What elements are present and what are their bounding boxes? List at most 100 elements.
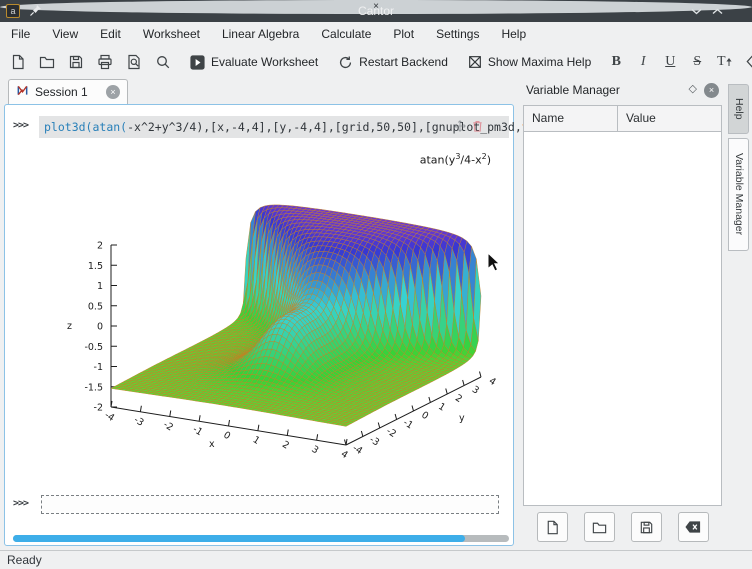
- session-icon: [16, 84, 29, 100]
- svg-text:0: 0: [419, 410, 430, 423]
- z-axis: -2-1.5-1-0.500.511.52z: [67, 241, 117, 414]
- find-icon[interactable]: [151, 50, 175, 74]
- svg-text:-2: -2: [161, 419, 175, 433]
- maximize-button[interactable]: [710, 4, 724, 18]
- text-color-button[interactable]: [740, 50, 752, 74]
- delete-entry-icon[interactable]: [471, 119, 484, 138]
- svg-text:3: 3: [470, 384, 481, 397]
- x-axis-label: x: [209, 439, 215, 450]
- save-icon[interactable]: [64, 50, 88, 74]
- restart-backend-button[interactable]: Restart Backend: [334, 50, 451, 74]
- variables-table: Name Value: [523, 105, 722, 506]
- menu-item-view[interactable]: View: [41, 22, 89, 46]
- svg-text:-2: -2: [94, 403, 103, 414]
- restart-icon: [337, 54, 354, 71]
- tab-close-icon[interactable]: ×: [106, 85, 120, 99]
- svg-text:2: 2: [97, 241, 103, 252]
- scrollbar-thumb[interactable]: [13, 535, 465, 542]
- clear-variables-button[interactable]: [678, 512, 709, 542]
- evaluate-icon: [189, 54, 206, 71]
- main-content: Session 1 × >>> plot3d(atan(-x^2+y^3/4),…: [0, 78, 752, 550]
- evaluate-worksheet-button[interactable]: Evaluate Worksheet: [186, 50, 321, 74]
- menu-item-calculate[interactable]: Calculate: [310, 22, 382, 46]
- code-token: plot3d(: [44, 120, 92, 134]
- plot-output: -2-1.5-1-0.500.511.52z-4-3-2-101234x-4-3…: [39, 143, 501, 479]
- menu-item-file[interactable]: File: [0, 22, 41, 46]
- menu-item-edit[interactable]: Edit: [89, 22, 132, 46]
- load-variables-button[interactable]: [584, 512, 615, 542]
- italic-button[interactable]: I: [632, 50, 654, 74]
- svg-text:4: 4: [487, 376, 498, 389]
- svg-text:1: 1: [436, 401, 447, 414]
- svg-text:-1: -1: [191, 424, 205, 438]
- side-tab-variable-manager[interactable]: Variable Manager: [728, 138, 749, 251]
- svg-text:-0.5: -0.5: [84, 342, 103, 353]
- svg-text:1.5: 1.5: [88, 261, 103, 272]
- maxima-icon: [467, 54, 483, 70]
- horizontal-scrollbar[interactable]: [13, 535, 509, 542]
- menu-item-worksheet[interactable]: Worksheet: [132, 22, 211, 46]
- next-command-prompt: >>>: [13, 498, 28, 509]
- panel-close-icon[interactable]: ×: [704, 83, 719, 98]
- strikethrough-button[interactable]: S: [686, 50, 708, 74]
- show-maxima-help-button[interactable]: Show Maxima Help: [464, 50, 594, 74]
- z-axis-label: z: [67, 321, 72, 332]
- svg-text:4: 4: [339, 449, 350, 462]
- column-header-name[interactable]: Name: [524, 106, 618, 131]
- command-prompt: >>>: [13, 120, 28, 131]
- new-worksheet-icon[interactable]: [6, 50, 30, 74]
- svg-text:0: 0: [221, 430, 232, 443]
- bold-button[interactable]: B: [605, 50, 627, 74]
- underline-button[interactable]: U: [659, 50, 681, 74]
- menu-item-settings[interactable]: Settings: [425, 22, 490, 46]
- menu-item-help[interactable]: Help: [490, 22, 537, 46]
- save-variables-button[interactable]: [631, 512, 662, 542]
- menu-item-plot[interactable]: Plot: [382, 22, 425, 46]
- restart-label: Restart Backend: [359, 55, 448, 69]
- side-tab-help[interactable]: Help: [728, 84, 749, 134]
- tab-session-1[interactable]: Session 1 ×: [8, 79, 128, 104]
- window-title: Cantor: [0, 0, 752, 22]
- column-header-value[interactable]: Value: [618, 106, 656, 131]
- print-icon[interactable]: [93, 50, 117, 74]
- plot-surface: [111, 205, 481, 427]
- worksheet[interactable]: >>> plot3d(atan(-x^2+y^3/4),[x,-4,4],[y,…: [4, 104, 514, 546]
- plot-legend: atan(y3/4-x2): [420, 152, 491, 167]
- mouse-cursor: [487, 253, 501, 278]
- maxima-help-label: Show Maxima Help: [488, 55, 591, 69]
- svg-text:-3: -3: [367, 434, 381, 448]
- menu-item-linear-algebra[interactable]: Linear Algebra: [211, 22, 310, 46]
- svg-text:2: 2: [453, 393, 464, 406]
- variable-manager-actions: [519, 512, 726, 542]
- status-bar: Ready: [0, 550, 752, 569]
- font-size-button[interactable]: T: [713, 50, 735, 74]
- svg-text:-4: -4: [350, 443, 364, 457]
- add-variable-button[interactable]: [537, 512, 568, 542]
- titlebar: a Cantor ×: [0, 0, 752, 22]
- svg-text:3: 3: [309, 444, 320, 457]
- svg-text:1: 1: [251, 434, 262, 447]
- svg-text:-1: -1: [94, 362, 103, 373]
- command-entry[interactable]: plot3d(atan(-x^2+y^3/4),[x,-4,4],[y,-4,4…: [39, 116, 509, 138]
- svg-text:-2: -2: [384, 426, 398, 440]
- svg-text:-4: -4: [102, 410, 116, 424]
- print-preview-icon[interactable]: [122, 50, 146, 74]
- svg-text:1: 1: [97, 281, 103, 292]
- move-entry-icon[interactable]: [453, 119, 467, 138]
- application-window: a Cantor × FileViewEditWorksheetLinear A…: [0, 0, 752, 569]
- panel-title: Variable Manager: [526, 83, 620, 97]
- evaluate-label: Evaluate Worksheet: [211, 55, 318, 69]
- svg-text:-1: -1: [401, 417, 415, 431]
- tab-label: Session 1: [35, 85, 88, 99]
- empty-command-entry[interactable]: [41, 495, 499, 514]
- open-icon[interactable]: [35, 50, 59, 74]
- menu-bar: FileViewEditWorksheetLinear AlgebraCalcu…: [0, 22, 752, 46]
- svg-text:-3: -3: [132, 414, 146, 428]
- svg-text:2: 2: [280, 439, 291, 452]
- variable-manager-header: Variable Manager ◇ ×: [519, 80, 726, 102]
- panel-float-icon[interactable]: ◇: [689, 82, 697, 95]
- y-axis-label: y: [459, 413, 465, 424]
- minimize-button[interactable]: [689, 4, 703, 18]
- svg-text:-1.5: -1.5: [84, 382, 103, 393]
- plot-surface-svg: -2-1.5-1-0.500.511.52z-4-3-2-101234x-4-3…: [39, 143, 501, 479]
